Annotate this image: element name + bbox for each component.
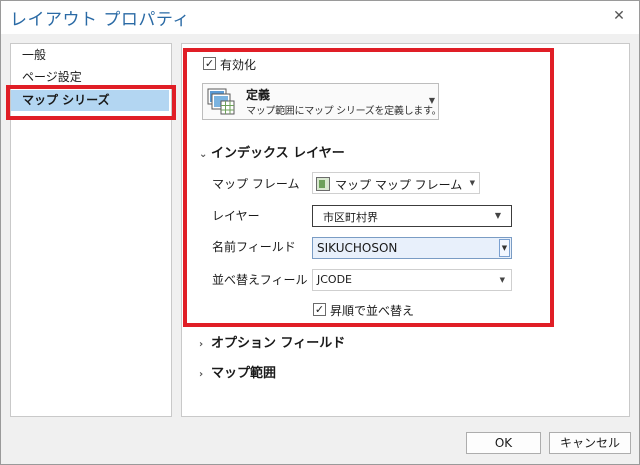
nav-item-general[interactable]: 一般 [11, 45, 169, 66]
layout-properties-dialog: レイアウト プロパティ ✕ 一般 ページ設定 マップ シリーズ ✓ 有効化 定義… [0, 0, 640, 465]
option-fields-section-header[interactable]: › オプション フィールド [199, 332, 345, 351]
enable-checkbox[interactable]: ✓ [203, 57, 216, 70]
cancel-button[interactable]: キャンセル [549, 432, 631, 454]
chevron-right-icon: › [199, 369, 204, 380]
definition-button[interactable]: 定義 マップ範囲にマップ シリーズを定義します。 ▼ [202, 83, 442, 120]
nav-item-page-setup[interactable]: ページ設定 [11, 67, 169, 88]
chevron-right-icon: › [199, 339, 204, 350]
chevron-down-icon: ▼ [469, 179, 475, 187]
ascending-checkbox[interactable]: ✓ [313, 303, 326, 316]
map-frame-icon [316, 177, 330, 191]
definition-description: マップ範囲にマップ シリーズを定義します。 [246, 106, 442, 117]
option-fields-section-title: オプション フィールド [211, 336, 346, 351]
map-frame-dropdown[interactable]: マップ マップ フレーム ▼ [312, 172, 480, 194]
sort-field-label: 並べ替えフィール [212, 273, 308, 287]
ok-button[interactable]: OK [466, 432, 541, 454]
index-layer-section-title: インデックス レイヤー [211, 146, 345, 161]
ascending-label: 昇順で並べ替え [330, 304, 415, 318]
title-bar: レイアウト プロパティ ✕ [1, 1, 639, 34]
chevron-down-icon: ▼ [494, 211, 501, 220]
chevron-down-icon: ⌄ [199, 149, 208, 160]
map-frame-value: マップ マップ フレーム [335, 178, 463, 192]
chevron-down-icon: ▼ [499, 276, 505, 284]
definition-title: 定義 [246, 88, 271, 102]
layer-label: レイヤー [212, 209, 260, 223]
chevron-down-icon: ▼ [499, 239, 510, 257]
sort-field-value: JCODE [317, 273, 353, 286]
close-icon[interactable]: ✕ [611, 8, 627, 24]
name-field-label: 名前フィールド [212, 240, 296, 254]
map-extent-section-title: マップ範囲 [211, 366, 277, 381]
map-frame-label: マップ フレーム [212, 177, 300, 191]
dialog-title: レイアウト プロパティ [10, 10, 190, 30]
map-extent-section-header[interactable]: › マップ範囲 [199, 362, 276, 381]
enable-label: 有効化 [220, 58, 257, 72]
sort-field-dropdown[interactable]: JCODE ▼ [312, 269, 512, 291]
name-field-dropdown[interactable]: SIKUCHOSON ▼ [312, 237, 512, 259]
layer-dropdown[interactable]: 市区町村界 ▼ [312, 205, 512, 227]
map-series-definition-icon [207, 88, 235, 115]
name-field-value: SIKUCHOSON [317, 241, 398, 255]
nav-item-map-series[interactable]: マップ シリーズ [11, 90, 169, 111]
layer-value: 市区町村界 [323, 211, 378, 224]
chevron-down-icon: ▼ [428, 96, 435, 105]
index-layer-section-header[interactable]: ⌄ インデックス レイヤー [199, 142, 345, 161]
